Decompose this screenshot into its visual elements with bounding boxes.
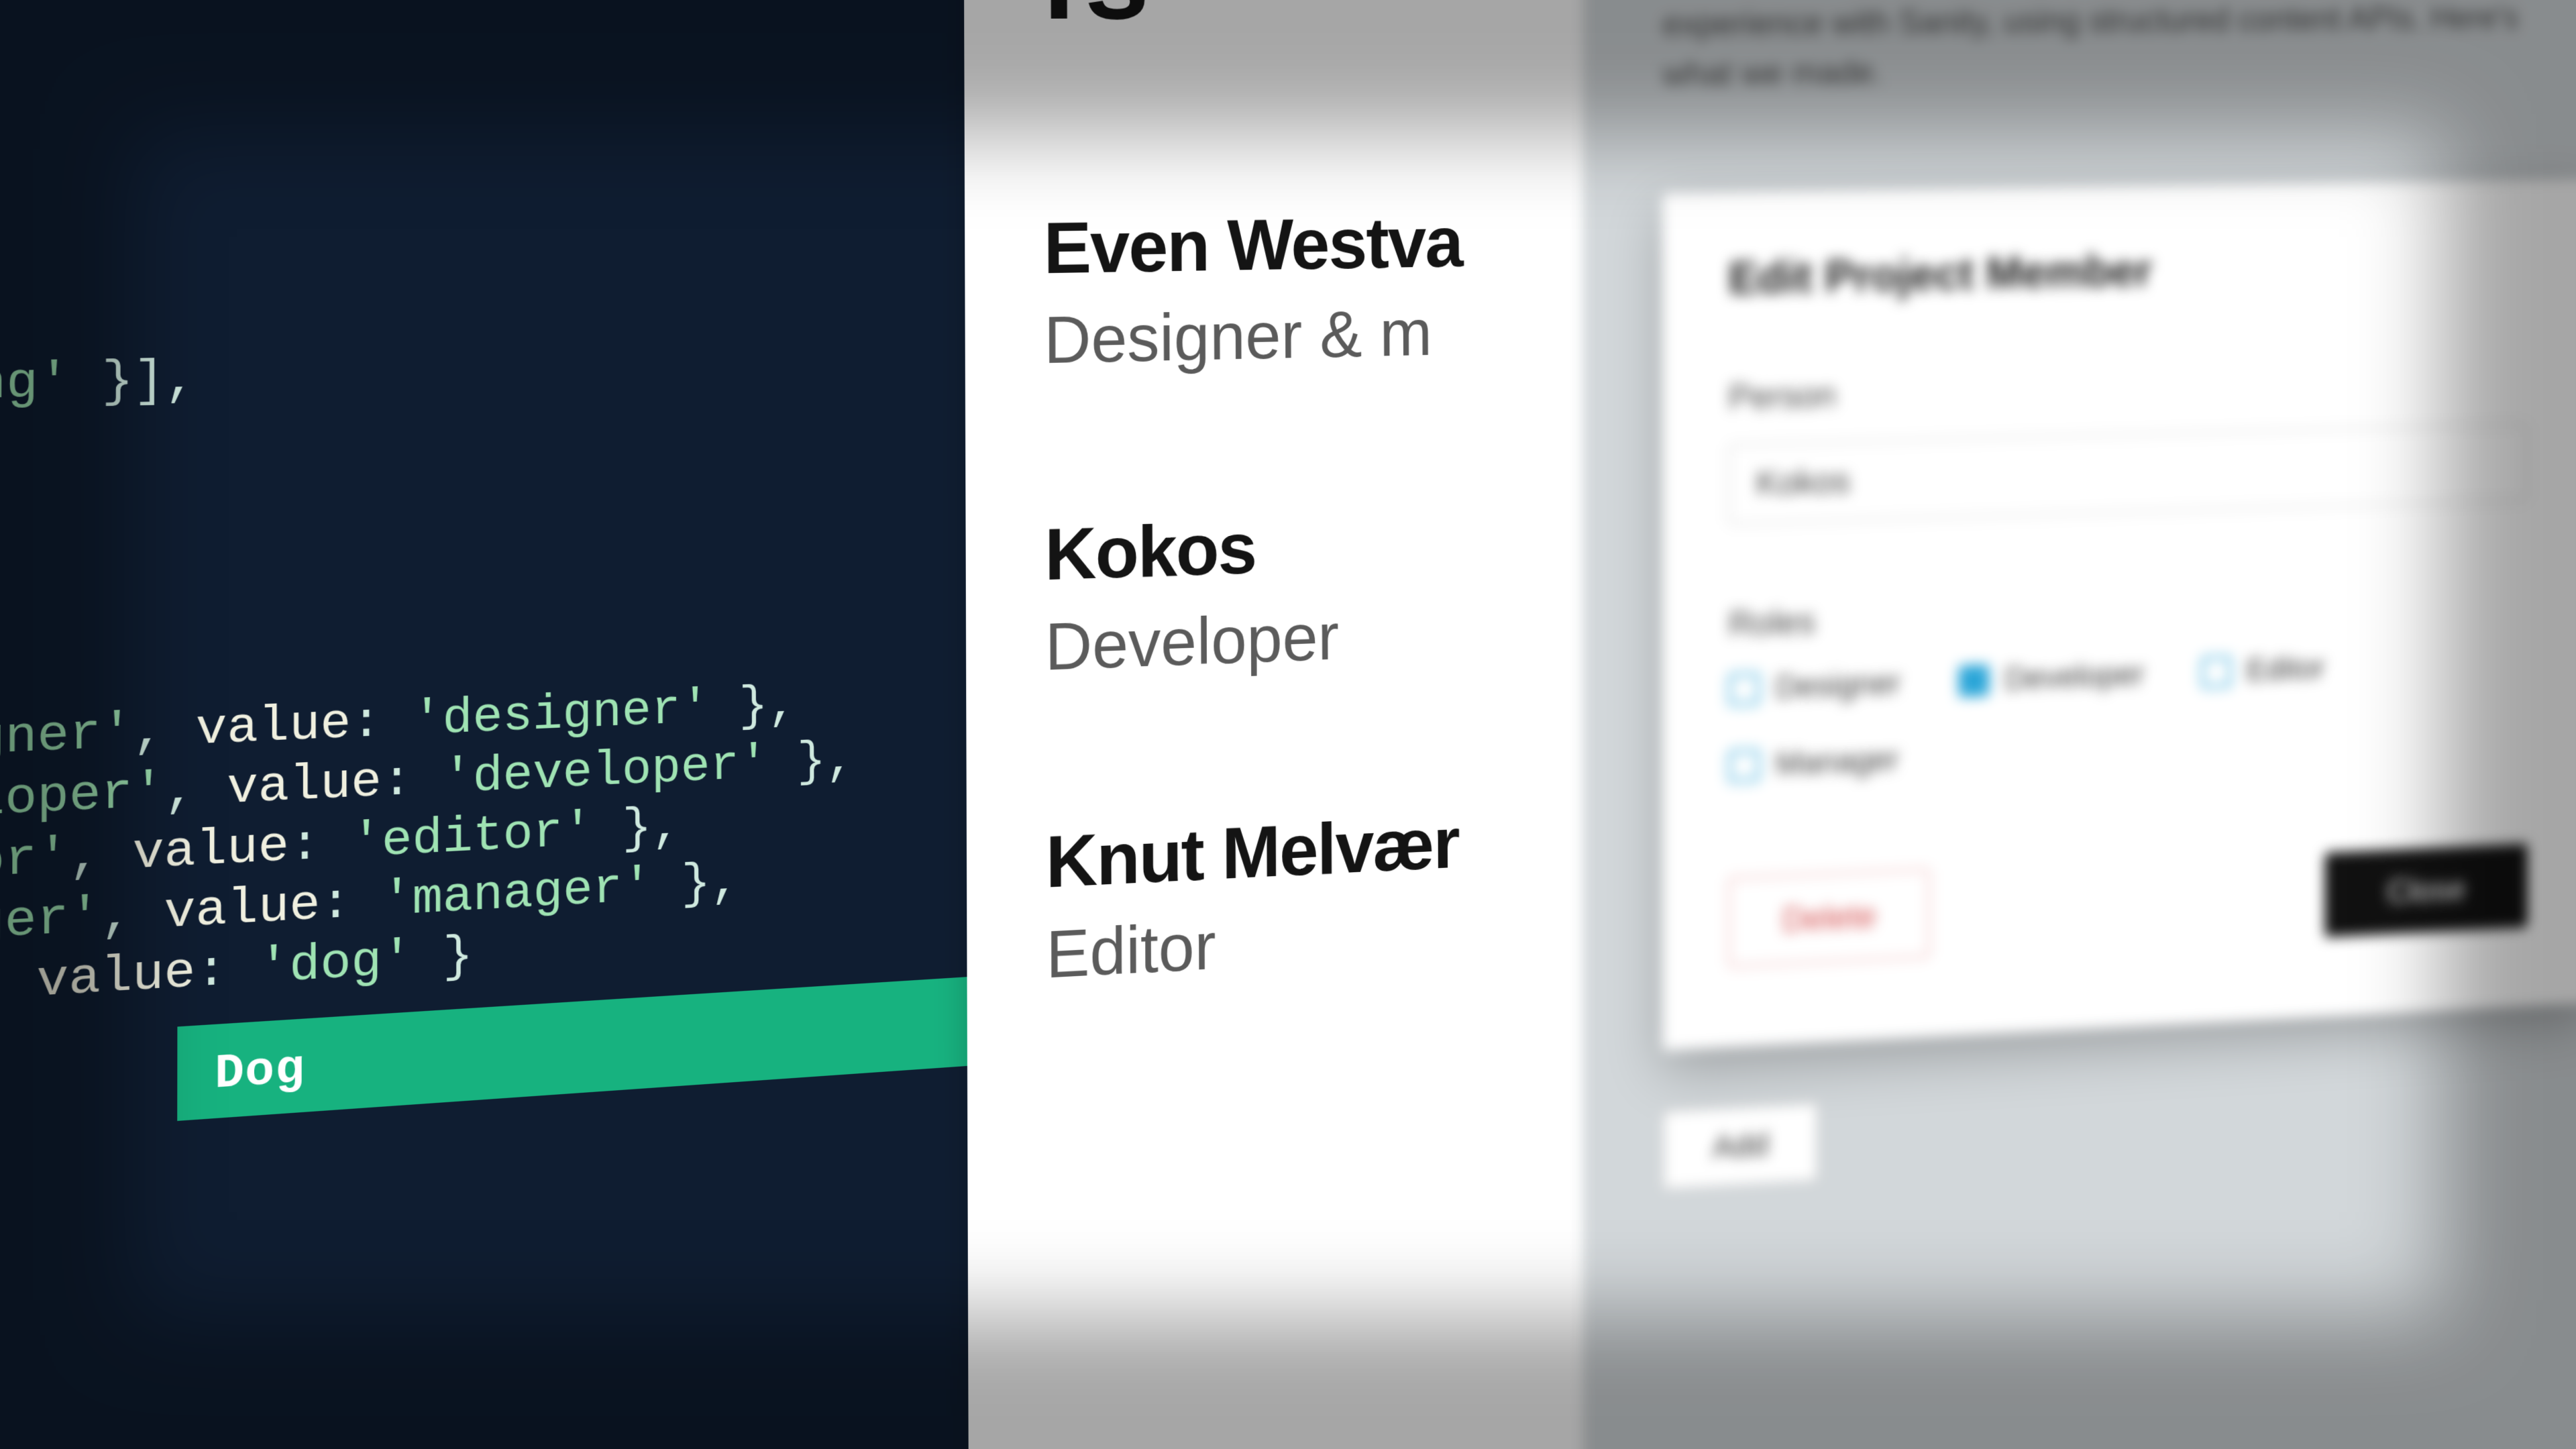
checkbox-label: Developer bbox=[2005, 656, 2145, 697]
checkbox-icon bbox=[1729, 672, 1760, 705]
person-label: Person bbox=[1729, 359, 2528, 417]
edit-member-card: Edit Project Member Person Kokos Roles D… bbox=[1662, 179, 2576, 1051]
button-label: Close bbox=[2387, 870, 2466, 910]
member-role: Developer bbox=[1045, 592, 1531, 686]
role-checkbox-editor[interactable]: Editor bbox=[2201, 650, 2324, 690]
checkbox-label: Designer bbox=[1776, 665, 1900, 706]
button-label: Add bbox=[1713, 1127, 1768, 1165]
card-title: Edit Project Member bbox=[1729, 238, 2528, 305]
button-label: Delete bbox=[1782, 897, 1876, 938]
checkbox-label: Editor bbox=[2247, 650, 2325, 689]
intro-text: experience with Sanity, using structured… bbox=[1662, 0, 2576, 100]
role-checkbox-designer[interactable]: Designer bbox=[1729, 665, 1900, 708]
autocomplete-label: Dog bbox=[215, 1042, 305, 1102]
member-item[interactable]: Even Westva Designer & m bbox=[1043, 200, 1528, 379]
side-panel: experience with Sanity, using structured… bbox=[1583, 0, 2576, 1449]
member-item[interactable]: Kokos Developer bbox=[1044, 498, 1530, 686]
person-input[interactable]: Kokos bbox=[1729, 423, 2528, 524]
person-value: Kokos bbox=[1756, 461, 1850, 503]
checkbox-icon bbox=[1729, 749, 1760, 782]
member-item[interactable]: Knut Melvær Editor bbox=[1046, 798, 1532, 994]
members-heading: rs bbox=[1042, 0, 1527, 46]
member-name: Knut Melvær bbox=[1046, 798, 1532, 905]
checkbox-label: Manager bbox=[1776, 741, 1899, 783]
delete-button[interactable]: Delete bbox=[1729, 869, 1929, 967]
add-button[interactable]: Add bbox=[1662, 1102, 1818, 1190]
member-name: Even Westva bbox=[1043, 200, 1527, 290]
roles-checkbox-group: Designer Developer Editor Manager bbox=[1729, 643, 2528, 784]
members-panel: rs Even Westva Designer & m Kokos Develo… bbox=[963, 0, 1610, 1449]
checkbox-icon bbox=[2201, 655, 2231, 688]
role-checkbox-developer[interactable]: Developer bbox=[1959, 656, 2145, 699]
close-button[interactable]: Close bbox=[2324, 844, 2527, 937]
member-role: Editor bbox=[1046, 892, 1532, 994]
member-role: Designer & m bbox=[1044, 294, 1529, 379]
role-checkbox-manager[interactable]: Manager bbox=[1729, 741, 1899, 784]
checkbox-icon bbox=[1959, 664, 1990, 697]
roles-label: Roles bbox=[1729, 578, 2528, 645]
member-name: Kokos bbox=[1044, 498, 1529, 597]
